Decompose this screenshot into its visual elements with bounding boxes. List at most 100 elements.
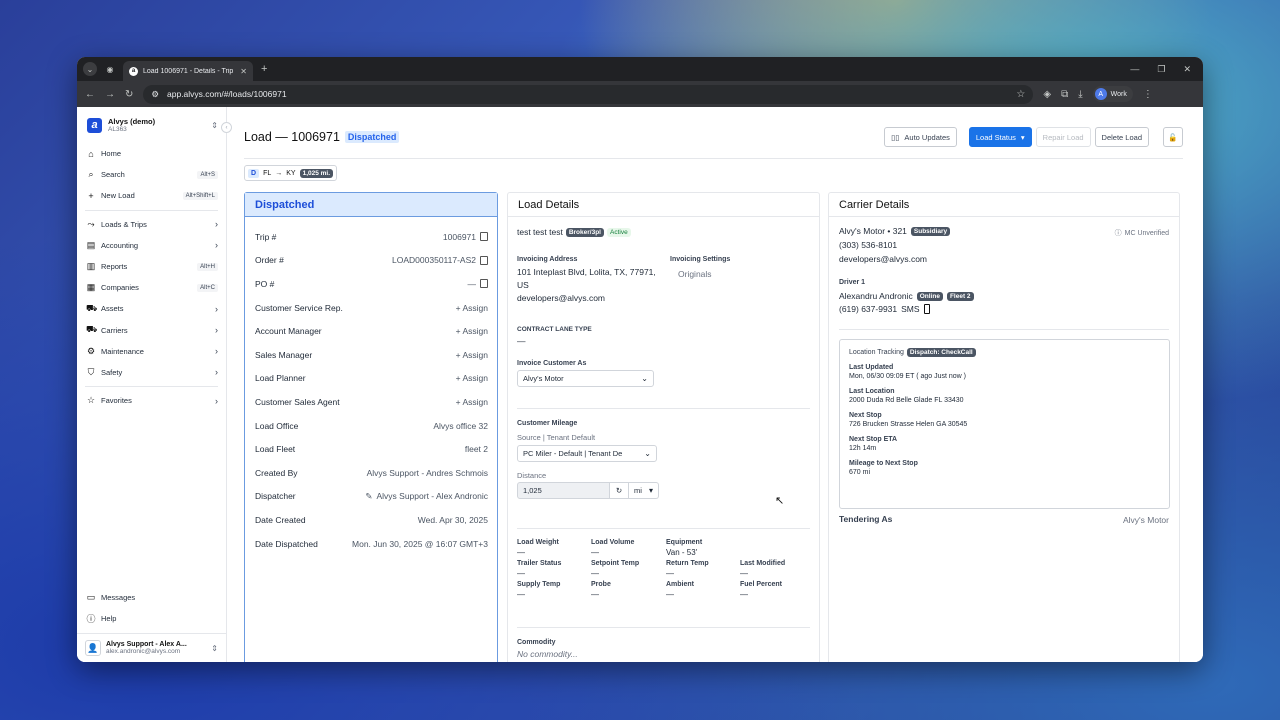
unlock-icon[interactable]: 🔓 xyxy=(1163,127,1183,147)
reload-icon[interactable]: ↻ xyxy=(125,89,133,100)
invoice-customer-as-select[interactable]: Alvy's Motor ⌄ xyxy=(517,370,654,387)
field-label: Account Manager xyxy=(255,326,322,337)
auto-updates-button[interactable]: ▯▯ Auto Updates xyxy=(884,127,957,147)
download-icon[interactable]: ⤓ xyxy=(1078,89,1082,100)
sidebar-item-carriers[interactable]: ⛟ Carriers › xyxy=(77,320,226,341)
field-value[interactable]: 1006971 xyxy=(443,232,488,242)
field-row: Account Manager + Assign xyxy=(245,319,497,343)
messages-icon: ▭ xyxy=(86,591,96,602)
eta-value: 12h 14m xyxy=(849,445,877,452)
route-summary[interactable]: D FL → KY 1,025 mi. xyxy=(244,165,338,181)
bookmark-star-icon[interactable]: ☆ xyxy=(1016,89,1025,100)
location-tracking-panel: Location Tracking Dispatch: CheckCall La… xyxy=(839,339,1170,509)
dispatcher-link[interactable]: ✎ Alvys Support - Alex Andronic xyxy=(365,491,488,502)
field-row: Date Dispatched Mon. Jun 30, 2025 @ 16:07… xyxy=(245,532,497,556)
route-origin: FL xyxy=(263,169,272,177)
sidebar-item-assets[interactable]: ⛟ Assets › xyxy=(77,298,226,319)
field-value: Alvys office 32 xyxy=(433,421,488,431)
sidebar-item-reports[interactable]: ▥ Reports Alt+H xyxy=(77,256,226,277)
spec-label: Probe xyxy=(591,581,611,588)
spec-item: Ambient — xyxy=(666,581,740,599)
recalculate-icon[interactable]: ↻ xyxy=(610,482,629,499)
customer-link[interactable]: test test test xyxy=(517,227,563,237)
spec-label: Load Volume xyxy=(591,539,635,546)
user-menu[interactable]: 👤 Alvys Support - Alex A... alex.androni… xyxy=(77,633,226,662)
user-avatar-icon: 👤 xyxy=(85,640,101,656)
mileage-source-select[interactable]: PC Miler - Default | Tenant De ⌄ xyxy=(517,445,657,462)
main-content: Load — 1006971 Dispatched ▯▯ Auto Update… xyxy=(227,107,1203,662)
sidebar-item-safety[interactable]: ⛉ Safety › xyxy=(77,362,226,383)
user-chevron-icon[interactable]: ⇕ xyxy=(211,644,218,653)
carrier-name-link[interactable]: Alvy's Motor • 321 xyxy=(839,226,907,236)
assign-button[interactable]: + Assign xyxy=(456,397,488,407)
sidebar-item-maintenance[interactable]: ⚙ Maintenance › xyxy=(77,341,226,362)
page-title: Load — 1006971 xyxy=(244,130,340,144)
field-label: Customer Service Rep. xyxy=(255,302,343,313)
copy-icon[interactable] xyxy=(480,255,488,265)
field-row: Date Created Wed. Apr 30, 2025 xyxy=(245,508,497,532)
carrier-phone[interactable]: (303) 536-8101 xyxy=(839,240,897,250)
field-value-text: fleet 2 xyxy=(464,444,488,455)
site-settings-icon[interactable]: ⚙ xyxy=(151,89,159,100)
columns-icon: ▯▯ xyxy=(891,132,900,142)
sidebar-item-help[interactable]: ⓘ Help xyxy=(77,608,226,629)
load-status-button[interactable]: Load Status ▾ xyxy=(968,127,1032,147)
distance-unit-select[interactable]: mi ▾ xyxy=(629,482,659,499)
extensions-icon[interactable]: ⧉ xyxy=(1061,89,1068,100)
tab-search-icon[interactable]: ⌄ xyxy=(83,62,97,76)
back-icon[interactable]: ← xyxy=(85,89,95,100)
phone-icon[interactable] xyxy=(923,304,930,314)
driver-fleet-badge: Fleet 2 xyxy=(946,291,974,301)
sidebar-item-new-load[interactable]: + New Load Alt+Shift+L xyxy=(77,185,226,206)
copy-icon[interactable] xyxy=(480,232,488,242)
extension-icon[interactable]: ◉ xyxy=(103,62,117,76)
sidebar-item-home[interactable]: ⌂ Home xyxy=(77,143,226,164)
field-value[interactable]: LOAD000350117-AS2 xyxy=(392,255,488,265)
driver-phone[interactable]: (619) 637-9931 xyxy=(839,304,897,314)
extension-puzzle-icon[interactable]: ◈ xyxy=(1043,89,1051,100)
sidebar-item-label: Search xyxy=(101,170,125,180)
forward-icon[interactable]: → xyxy=(105,89,115,100)
chevron-down-icon: ⌄ xyxy=(644,449,651,458)
assign-button[interactable]: + Assign xyxy=(456,373,488,383)
close-tab-icon[interactable]: ✕ xyxy=(240,67,247,76)
url-text[interactable]: app.alvys.com/#/loads/1006971 xyxy=(167,89,287,99)
org-switcher[interactable]: a Alvys (demo) AL363 ⇕ xyxy=(77,107,226,139)
browser-menu-icon[interactable]: ⋮ xyxy=(1143,89,1153,100)
field-label: Load Fleet xyxy=(255,444,296,455)
field-label: Created By xyxy=(255,467,298,478)
restore-icon[interactable]: ❐ xyxy=(1157,64,1165,75)
shortcut-badge: Alt+S xyxy=(197,170,218,179)
assign-button[interactable]: + Assign xyxy=(456,303,488,313)
distance-input[interactable]: 1,025 xyxy=(517,482,610,499)
sidebar-item-messages[interactable]: ▭ Messages xyxy=(77,587,226,608)
chevron-right-icon: › xyxy=(215,346,218,357)
field-value-text: + Assign xyxy=(455,373,488,384)
sidebar: a Alvys (demo) AL363 ⇕ ‹ ⌂ Home ⌕ Search Alt… xyxy=(77,107,232,662)
sidebar-item-companies[interactable]: ▦ Companies Alt+C xyxy=(77,277,226,298)
profile-button[interactable]: A Work xyxy=(1092,86,1133,102)
spec-value: — xyxy=(591,548,599,557)
close-window-icon[interactable]: ✕ xyxy=(1183,64,1191,75)
field-label: Order # xyxy=(255,255,284,266)
sidebar-item-favorites[interactable]: ☆ Favorites › xyxy=(77,390,226,411)
sidebar-item-label: Loads & Trips xyxy=(101,219,147,229)
url-field[interactable]: ⚙ app.alvys.com/#/loads/1006971 ☆ xyxy=(143,84,1034,104)
browser-tab[interactable]: a Load 1006971 - Details - Trip # ✕ xyxy=(123,61,253,81)
field-value[interactable]: — xyxy=(467,278,488,289)
sidebar-item-accounting[interactable]: ▤ Accounting › xyxy=(77,235,226,256)
driver-name-link[interactable]: Alexandru Andronic xyxy=(839,291,913,301)
field-value-text: — xyxy=(467,278,477,289)
switch-chevron-icon[interactable]: ⇕ xyxy=(211,121,218,130)
minimize-icon[interactable]: — xyxy=(1130,64,1139,75)
spec-label: Equipment xyxy=(666,539,703,546)
repair-load-button[interactable]: Repair Load xyxy=(1035,127,1091,147)
new-tab-icon[interactable]: + xyxy=(261,63,267,75)
delete-load-button[interactable]: Delete Load xyxy=(1094,127,1149,147)
sidebar-item-loads-trips[interactable]: ⤳ Loads & Trips › xyxy=(77,214,226,235)
sidebar-item-search[interactable]: ⌕ Search Alt+S xyxy=(77,164,226,185)
assign-button[interactable]: + Assign xyxy=(456,326,488,336)
assign-button[interactable]: + Assign xyxy=(456,350,488,360)
copy-icon[interactable] xyxy=(480,279,488,289)
field-label: Date Created xyxy=(255,514,306,525)
